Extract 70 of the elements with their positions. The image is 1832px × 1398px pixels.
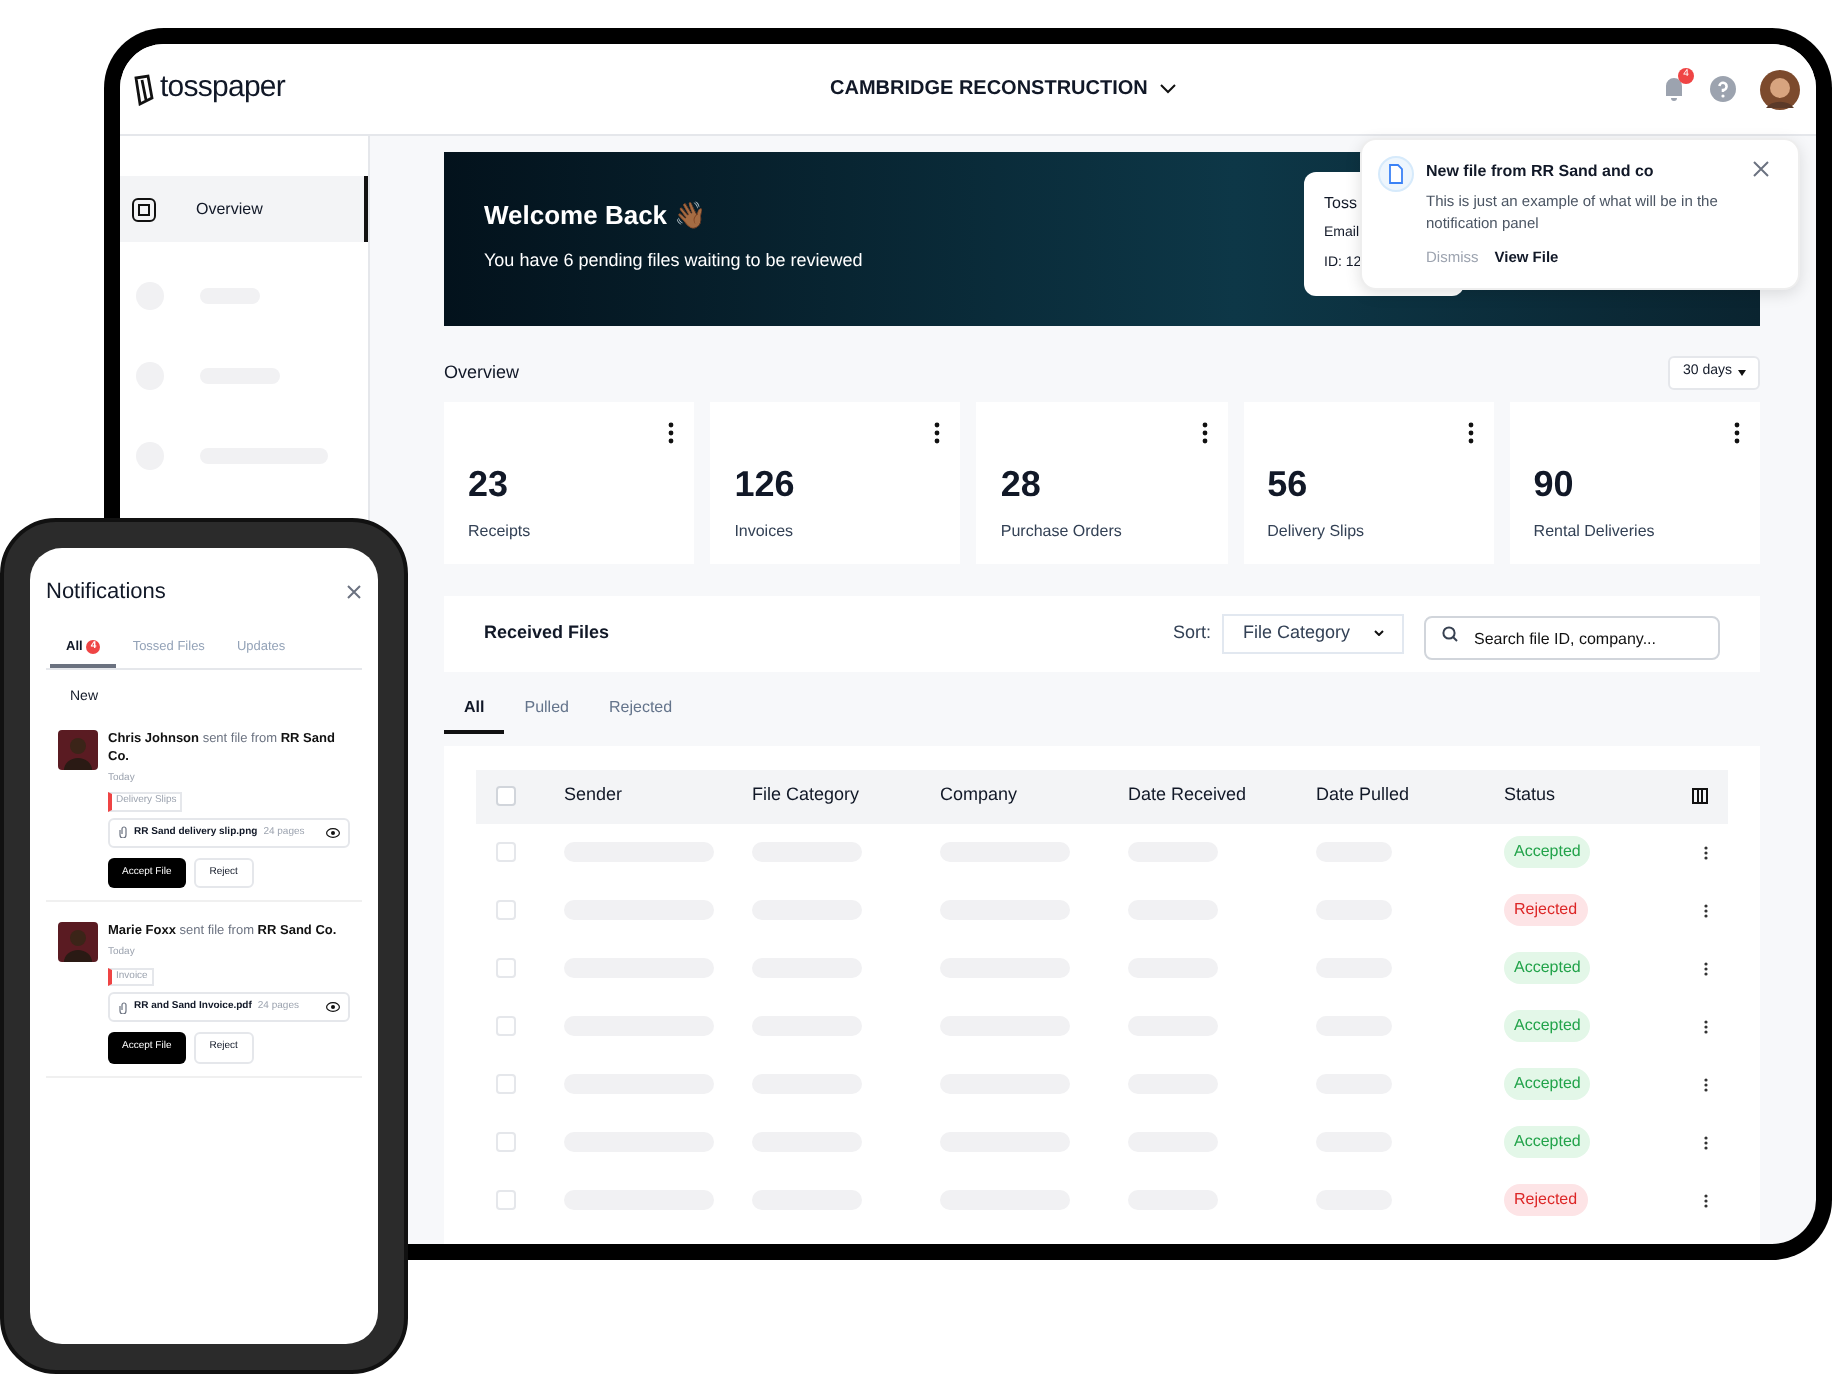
search-icon (1442, 625, 1458, 641)
column-header: Sender (564, 782, 625, 809)
checkbox[interactable] (496, 786, 516, 806)
more-icon[interactable] (934, 421, 941, 443)
sort-dropdown[interactable]: File Category (1222, 613, 1404, 653)
welcome-title: Welcome Back 👋🏾 (484, 198, 707, 234)
project-dropdown[interactable]: CAMBRIDGE RECONSTRUCTION (830, 74, 1176, 104)
tab[interactable]: Pulled (504, 695, 589, 733)
chevron-icon (1374, 630, 1384, 636)
avatar-icon (58, 729, 98, 770)
toast-title: New file from RR Sand and co (1426, 160, 1656, 184)
status-badge: Accepted (1504, 1068, 1591, 1100)
paperclip-icon (118, 1001, 128, 1014)
eye-icon[interactable] (326, 827, 340, 838)
bell-icon (1662, 76, 1686, 102)
search-field[interactable]: Search file ID, company... (1424, 616, 1720, 660)
section-title: Overview (444, 359, 520, 385)
status-badge: Accepted (1504, 1010, 1591, 1042)
card-text: Toss (1324, 192, 1357, 216)
stat-label: Invoices (734, 519, 796, 543)
stat-value: 90 (1533, 461, 1576, 507)
checkbox[interactable] (496, 1132, 516, 1152)
avatar-icon (58, 922, 98, 963)
grid-icon (132, 197, 156, 221)
stat-label: Rental Deliveries (1533, 519, 1657, 543)
column-header: Date Received (1128, 782, 1249, 809)
stat-value: 23 (468, 461, 511, 507)
sort-label: Sort: (1172, 619, 1211, 646)
checkbox[interactable] (496, 1190, 516, 1210)
stat-label: Delivery Slips (1267, 519, 1367, 543)
logo-text: tosspaper (160, 68, 285, 109)
stat-value: 28 (1000, 461, 1043, 507)
column-header: Company (940, 782, 1020, 809)
stat-value: 126 (734, 461, 797, 507)
status-badge: Accepted (1504, 952, 1591, 984)
checkbox[interactable] (496, 958, 516, 978)
column-header: Status (1504, 782, 1558, 809)
checkbox[interactable] (496, 900, 516, 920)
tab[interactable]: Rejected (588, 695, 693, 733)
file-icon (1378, 156, 1414, 192)
status-badge: Accepted (1504, 836, 1591, 868)
checkbox[interactable] (496, 1016, 516, 1036)
logo-icon (132, 73, 156, 105)
more-icon[interactable] (1467, 421, 1474, 443)
more-icon[interactable] (1733, 421, 1740, 443)
stat-label: Purchase Orders (1000, 519, 1124, 543)
sidebar-item[interactable]: Overview (120, 176, 368, 242)
column-header: File Category (752, 782, 862, 809)
panel-title: Received Files (484, 619, 610, 646)
tab[interactable]: All (444, 695, 505, 733)
checkbox[interactable] (496, 842, 516, 862)
welcome-subtitle: You have 6 pending files waiting to be reviewed (484, 247, 863, 274)
stat-label: Receipts (468, 519, 533, 543)
chevron-icon (1159, 84, 1176, 94)
avatar-icon[interactable] (1760, 69, 1800, 109)
columns-icon[interactable] (1692, 788, 1708, 804)
checkbox[interactable] (496, 1074, 516, 1094)
column-header: Date Pulled (1316, 782, 1412, 809)
caret-icon (1738, 369, 1746, 376)
eye-icon[interactable] (326, 1002, 340, 1013)
more-icon[interactable] (1201, 421, 1208, 443)
status-badge: Accepted (1504, 1126, 1591, 1158)
close-icon[interactable] (1752, 160, 1770, 178)
status-badge: Rejected (1504, 894, 1588, 926)
close-icon[interactable] (346, 584, 362, 601)
panel-title: Notifications (46, 578, 166, 608)
stat-value: 56 (1267, 461, 1310, 507)
status-badge: Rejected (1504, 1184, 1588, 1216)
paperclip-icon (118, 826, 128, 839)
more-icon[interactable] (668, 421, 675, 443)
